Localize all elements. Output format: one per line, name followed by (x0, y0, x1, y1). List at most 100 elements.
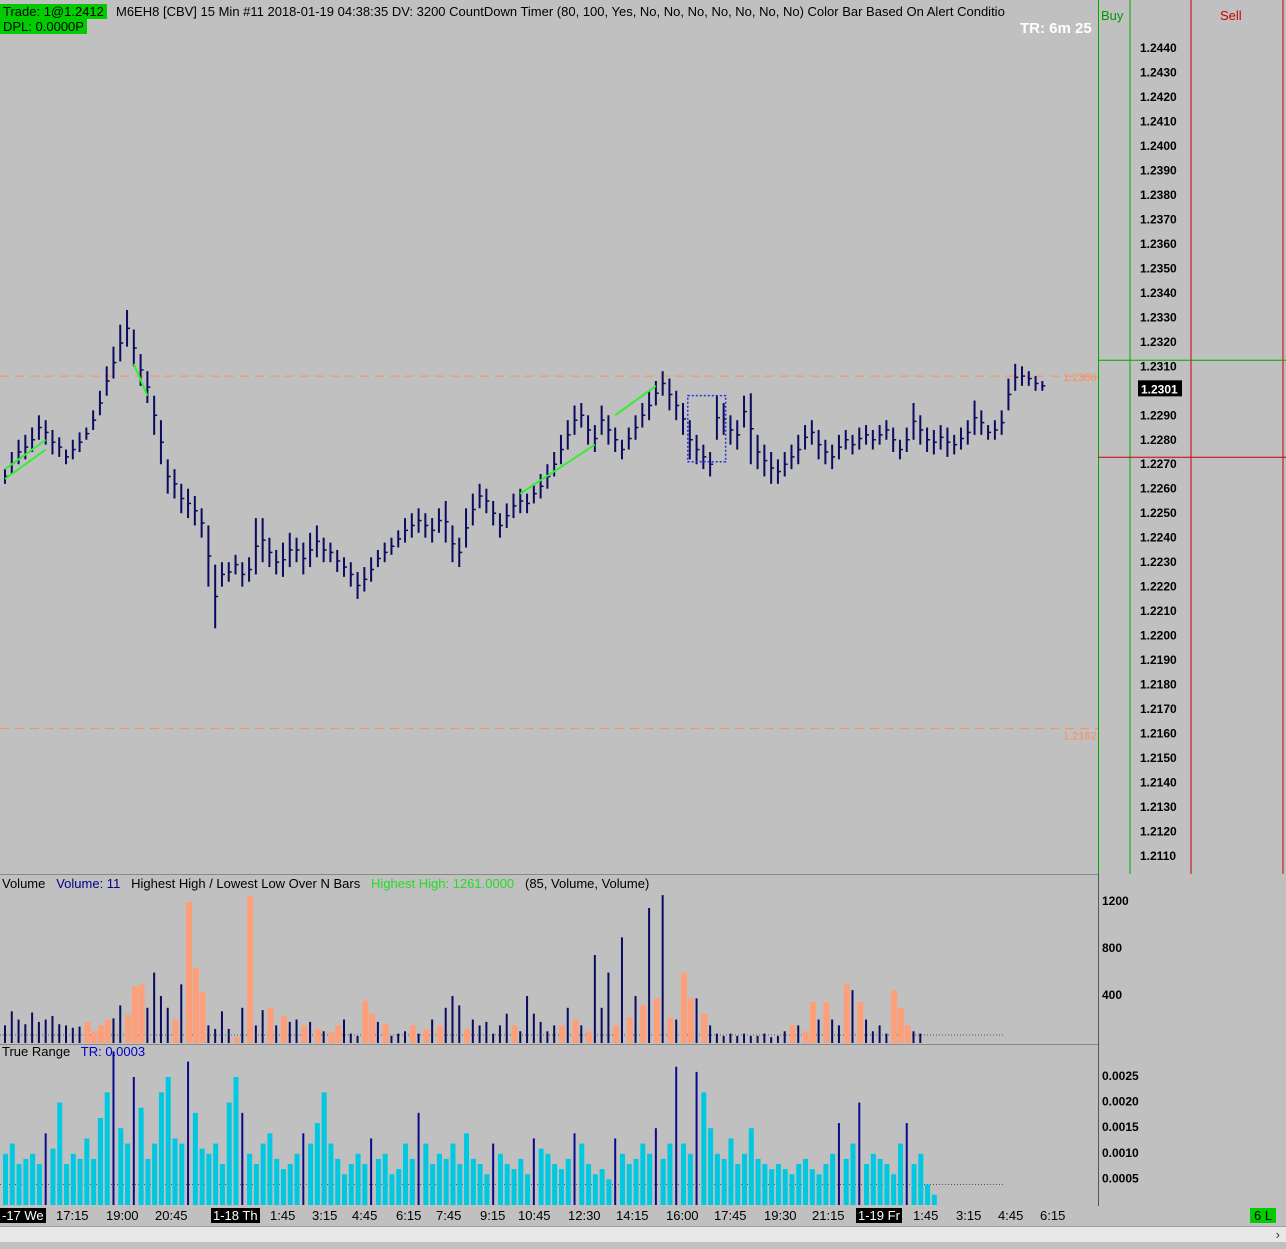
tr-bar (599, 1169, 605, 1205)
volume-bar (823, 1001, 830, 1043)
horizontal-scrollbar[interactable]: › (0, 1226, 1286, 1242)
tr-bar (64, 1164, 70, 1205)
tr-bar (884, 1164, 890, 1205)
price-bar (78, 432, 83, 452)
tr-bar (925, 1184, 931, 1205)
volume-bar (566, 1007, 569, 1043)
price-pane[interactable]: 1.2306 1.2162 (0, 0, 1098, 874)
tr-bar (396, 1169, 402, 1205)
volume-bar (314, 1028, 321, 1043)
volume-value: Volume: 11 (56, 876, 121, 891)
tr-title: True Range (2, 1044, 71, 1059)
time-tick-label: 12:30 (568, 1208, 601, 1223)
tr-bar (403, 1143, 409, 1205)
price-bar (37, 415, 42, 440)
tr-bar (769, 1169, 775, 1205)
price-bar (431, 518, 436, 543)
volume-pane[interactable]: Volume Volume: 11 Highest High / Lowest … (0, 874, 1098, 1044)
tr-bar (9, 1143, 15, 1205)
volume-bar (675, 1019, 678, 1043)
price-bar (424, 513, 429, 538)
price-bar (661, 371, 666, 396)
scroll-right-icon[interactable]: › (1276, 1227, 1280, 1242)
time-tick-label: 19:00 (106, 1208, 139, 1223)
true-range-chart[interactable] (0, 1045, 1098, 1207)
price-bar (92, 410, 97, 430)
volume-bar (199, 992, 206, 1043)
tr-bar (789, 1174, 795, 1205)
tr-bar (864, 1164, 870, 1205)
volume-bar (492, 1033, 495, 1043)
time-tick-label: 14:15 (616, 1208, 649, 1223)
price-bar (105, 366, 110, 396)
price-tick-label: 1.2340 (1140, 286, 1177, 300)
price-bar (65, 449, 70, 465)
time-tick-label: 10:45 (518, 1208, 551, 1223)
price-rail[interactable]: 1.2440 1.2430 1.2420 1.2410 1.2400 1.2390 1.23… (1098, 0, 1286, 874)
consolidation-box (687, 394, 727, 463)
volume-bar (851, 990, 854, 1043)
tr-bar (23, 1158, 29, 1205)
volume-bar (709, 1025, 712, 1043)
price-bar (634, 415, 639, 440)
volume-bar (857, 1001, 864, 1043)
tr-bar (497, 1153, 503, 1205)
volume-bar (837, 1025, 840, 1043)
tr-bar (70, 1153, 76, 1205)
volume-bar (607, 972, 610, 1043)
volume-bar (464, 1028, 471, 1043)
price-tick-label: 1.2280 (1140, 433, 1177, 447)
volume-bar (687, 998, 694, 1043)
price-bar (24, 434, 29, 460)
tr-bar (417, 1112, 420, 1205)
tr-bar (233, 1077, 239, 1205)
tr-bar (931, 1194, 937, 1205)
price-tick-label: 1.2140 (1140, 776, 1177, 790)
tr-bar (314, 1123, 320, 1205)
price-bar (505, 503, 510, 528)
price-bar (370, 557, 375, 582)
price-bar (512, 493, 517, 519)
volume-bar (138, 984, 145, 1043)
price-bar (383, 542, 388, 563)
price-bar (119, 324, 124, 362)
price-bar (200, 508, 205, 538)
tr-bar (877, 1158, 883, 1205)
volume-bar (328, 1032, 335, 1043)
price-bar (641, 403, 646, 428)
volume-bar (831, 1019, 834, 1043)
tr-bar (226, 1102, 232, 1205)
buy-label[interactable]: Buy (1101, 8, 1123, 23)
volume-bar (661, 895, 664, 1043)
price-bar (770, 452, 775, 484)
sell-label[interactable]: Sell (1220, 8, 1242, 23)
price-axis[interactable]: 1.2440 1.2430 1.2420 1.2410 1.2400 1.2390 1.23… (1098, 0, 1286, 874)
volume-bar (275, 1025, 278, 1043)
tr-bar (36, 1164, 42, 1205)
tr-bar (104, 1092, 110, 1205)
price-bar (783, 452, 788, 477)
tr-bar (511, 1169, 517, 1205)
volume-bar (471, 1019, 474, 1043)
price-bar (329, 542, 334, 563)
volume-bar (31, 1012, 34, 1043)
price-bar (478, 483, 483, 509)
price-bar (288, 532, 293, 568)
volume-bar (546, 1031, 549, 1043)
price-bar (682, 403, 686, 435)
tr-bar (579, 1143, 585, 1205)
volume-bar (382, 1024, 389, 1043)
time-axis: -17 We 17:15 19:00 20:45 1-18 Th 1:45 3:15 4:45… (0, 1206, 1286, 1226)
tr-bar (172, 1138, 178, 1205)
price-bar (532, 483, 537, 504)
volume-bar (71, 1027, 74, 1043)
true-range-pane[interactable]: True Range TR: 0.0003 (0, 1044, 1098, 1206)
volume-label: Volume Volume: 11 Highest High / Lowest … (2, 876, 649, 891)
price-tick-label: 1.2330 (1140, 310, 1177, 324)
tr-bar (816, 1174, 822, 1205)
volume-chart[interactable] (0, 875, 1098, 1045)
tr-bar (592, 1174, 598, 1205)
price-tick-label: 1.2350 (1140, 261, 1177, 275)
tr-bar (470, 1158, 476, 1205)
price-chart[interactable]: 1.2306 1.2162 (0, 0, 1098, 874)
